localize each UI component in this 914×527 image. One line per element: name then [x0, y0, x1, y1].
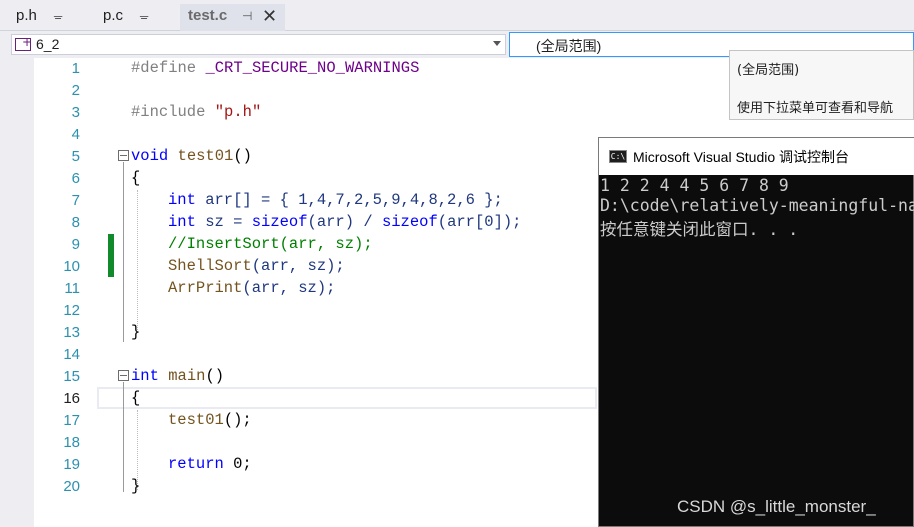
- close-icon[interactable]: ✕: [262, 4, 277, 28]
- line-number: 12: [63, 302, 80, 319]
- line-number: 5: [71, 148, 80, 165]
- project-icon: [15, 35, 32, 51]
- function-name: main: [168, 367, 206, 385]
- line-number: 4: [71, 126, 80, 143]
- keyword-int: int: [131, 367, 159, 385]
- sizeof-expr: (arr[0]);: [437, 213, 522, 231]
- open-brace: {: [131, 169, 141, 187]
- line-number: 16: [63, 390, 80, 407]
- tooltip-title: (全局范围): [737, 63, 800, 78]
- keyword-sizeof: sizeof: [251, 213, 308, 231]
- comment: //InsertSort(arr, sz);: [168, 235, 373, 253]
- line-number: 3: [71, 104, 80, 121]
- define-directive: #define: [131, 59, 197, 77]
- tab-p-c[interactable]: p.c ᚚ: [90, 4, 180, 31]
- line-number: 8: [71, 214, 80, 231]
- console-titlebar[interactable]: C:\ Microsoft Visual Studio 调试控制台: [599, 138, 914, 175]
- line-number: 1: [71, 60, 80, 77]
- function-call: ArrPrint: [168, 279, 243, 297]
- line-number: 19: [63, 456, 80, 473]
- project-name: 6_2: [36, 36, 60, 52]
- tab-label: p.h: [16, 7, 37, 24]
- document-tab-strip: p.h ᚚ p.c ᚚ test.c ⊣ ✕: [0, 0, 914, 31]
- keyword-return: return: [168, 455, 224, 473]
- close-brace: }: [131, 323, 141, 341]
- return-value: 0;: [223, 455, 252, 473]
- scope-tooltip: (全局范围) 使用下拉菜单可查看和导航: [729, 50, 914, 120]
- line-number: 11: [64, 280, 80, 297]
- pin-icon[interactable]: ᚚ: [140, 4, 148, 28]
- keyword-void: void: [131, 147, 169, 165]
- keyword-int: int: [168, 191, 196, 209]
- line-number: 18: [63, 434, 80, 451]
- console-output-line: 按任意键关闭此窗口. . .: [600, 220, 799, 239]
- open-brace: {: [131, 389, 141, 407]
- function-name: test01: [177, 147, 234, 165]
- tab-p-h[interactable]: p.h ᚚ: [0, 4, 90, 31]
- function-call: ShellSort: [168, 257, 252, 275]
- tab-label: p.c: [103, 7, 124, 24]
- pin-icon[interactable]: ⊣: [242, 4, 252, 28]
- keyword-sizeof: sizeof: [381, 213, 438, 231]
- params: (): [205, 367, 225, 385]
- line-number: 7: [71, 192, 80, 209]
- line-number: 10: [63, 258, 80, 275]
- sz-declaration: sz =: [195, 213, 252, 231]
- include-file: "p.h": [214, 103, 262, 121]
- line-number: 2: [71, 82, 80, 99]
- tab-label: test.c: [188, 7, 228, 24]
- line-number: 17: [63, 412, 80, 429]
- call-args: ();: [223, 411, 252, 429]
- function-call: test01: [168, 411, 224, 429]
- console-output-line: 1 2 2 4 4 5 6 7 8 9: [600, 176, 789, 195]
- line-number: 9: [71, 236, 80, 253]
- console-app-icon: C:\: [609, 150, 627, 163]
- line-number: 15: [63, 368, 80, 385]
- macro-name: _CRT_SECURE_NO_WARNINGS: [205, 59, 420, 77]
- project-dropdown[interactable]: 6_2: [11, 34, 506, 55]
- pin-icon[interactable]: ᚚ: [54, 4, 62, 28]
- array-declaration: arr[] = { 1,4,7,2,5,9,4,8,2,6 };: [195, 191, 503, 209]
- sizeof-expr: (arr) /: [307, 213, 382, 231]
- console-output-line: D:\code\relatively-meaningful-na: [600, 196, 914, 215]
- include-directive: #include: [131, 103, 206, 121]
- tooltip-hint: 使用下拉菜单可查看和导航: [737, 101, 894, 116]
- line-number: 6: [71, 170, 80, 187]
- params: (): [233, 147, 252, 165]
- keyword-int: int: [168, 213, 196, 231]
- close-brace: }: [131, 477, 141, 495]
- console-title: Microsoft Visual Studio 调试控制台: [633, 149, 850, 165]
- line-number: 13: [63, 324, 80, 341]
- watermark: CSDN @s_little_monster_: [677, 497, 876, 516]
- chevron-down-icon[interactable]: [493, 41, 501, 46]
- scope-name: (全局范围): [536, 38, 602, 54]
- call-args: (arr, sz);: [242, 279, 336, 297]
- debug-console-window[interactable]: C:\ Microsoft Visual Studio 调试控制台 1 2 2 …: [598, 137, 914, 527]
- line-number: 14: [63, 346, 80, 363]
- line-number: 20: [63, 478, 80, 495]
- call-args: (arr, sz);: [251, 257, 345, 275]
- tab-test-c[interactable]: test.c ⊣ ✕: [180, 4, 285, 31]
- editor-margin: [0, 58, 34, 527]
